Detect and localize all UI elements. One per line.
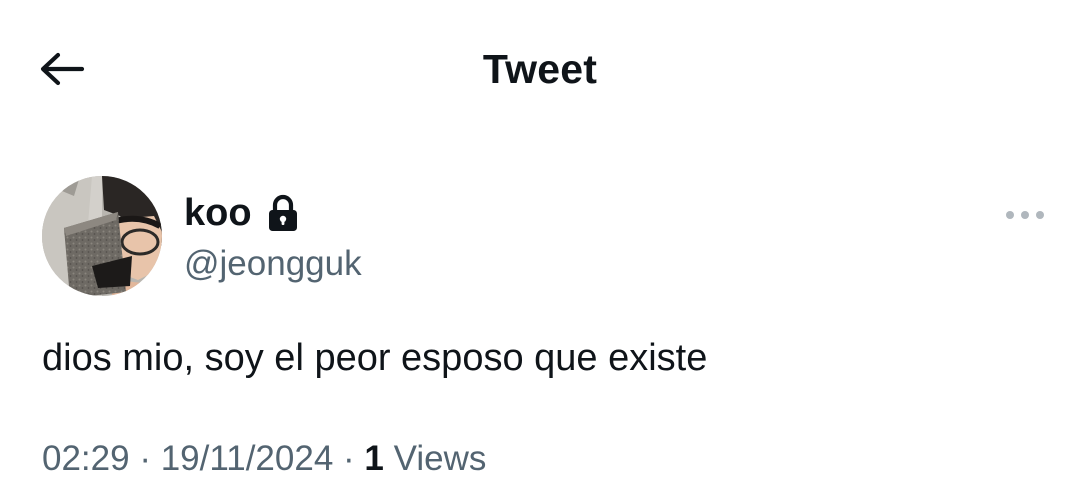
views-label: Views	[393, 439, 487, 478]
meta-separator: ·	[343, 439, 355, 478]
author-name-row: koo	[184, 190, 300, 236]
avatar-photo	[42, 176, 162, 296]
author-name[interactable]: koo	[184, 191, 252, 235]
tweet-page: Tweet koo @jeongguk dios mio, soy el peo…	[0, 0, 1080, 495]
tweet-text: dios mio, soy el peor esposo que existe	[42, 337, 708, 379]
tweet-meta: 02:29 · 19/11/2024 · 1 Views	[42, 436, 486, 482]
tweet-date[interactable]: 19/11/2024	[161, 439, 334, 478]
tweet-detail: koo @jeongguk dios mio, soy el peor espo…	[0, 140, 1080, 495]
page-title: Tweet	[482, 46, 598, 92]
tweet-time[interactable]: 02:29	[42, 439, 130, 478]
header-bar: Tweet	[0, 0, 1080, 140]
more-horizontal-icon	[1006, 211, 1044, 219]
more-options-button[interactable]	[1000, 202, 1050, 228]
author-handle[interactable]: @jeongguk	[184, 242, 362, 286]
meta-separator: ·	[139, 439, 151, 478]
avatar[interactable]	[42, 176, 162, 296]
views-count: 1	[364, 439, 384, 478]
lock-icon	[268, 194, 297, 231]
